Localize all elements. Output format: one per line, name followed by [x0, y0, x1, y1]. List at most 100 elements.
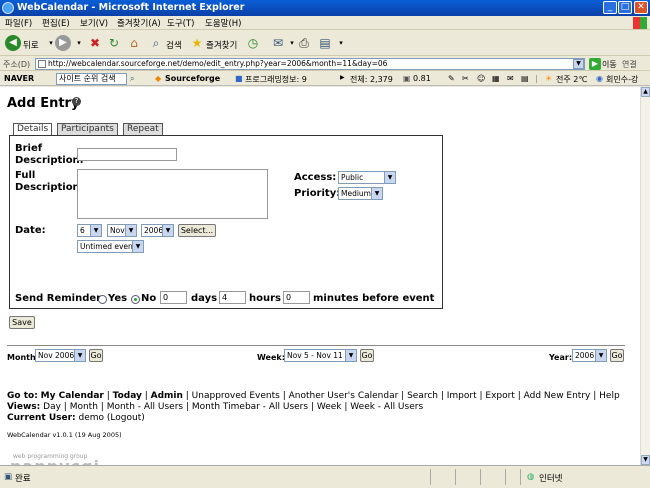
- chevron-down-icon: ▼: [371, 188, 382, 199]
- mail-small-icon[interactable]: ✉: [507, 74, 514, 83]
- goto-search[interactable]: Search: [407, 391, 438, 401]
- edit-page-icon[interactable]: ▤: [317, 35, 333, 51]
- maximize-button[interactable]: □: [618, 1, 632, 14]
- week-go-button[interactable]: Go: [360, 349, 374, 362]
- search-icon[interactable]: ⌕: [148, 35, 164, 51]
- save-button[interactable]: Save: [9, 316, 35, 329]
- menu-view[interactable]: 보기(V): [80, 17, 108, 29]
- history-icon[interactable]: ◷: [245, 35, 261, 51]
- people-icon[interactable]: ☺: [477, 74, 485, 83]
- naver-search-input[interactable]: 사이트 순위 검색: [56, 73, 127, 85]
- programming-info[interactable]: 프로그래밍정보: 9: [245, 74, 307, 85]
- weather-text[interactable]: 전주 2℃: [556, 74, 587, 85]
- favorites-label[interactable]: 즐겨찾기: [206, 39, 237, 51]
- address-dropdown-icon[interactable]: ▼: [573, 59, 584, 69]
- goto-unapproved-events[interactable]: Unapproved Events: [192, 391, 280, 401]
- pen-icon[interactable]: ✎: [448, 74, 455, 83]
- reminder-no-radio[interactable]: [131, 295, 140, 304]
- weather-sun-icon: ☀: [545, 74, 553, 83]
- naver-brand[interactable]: NAVER: [4, 74, 34, 83]
- favorites-star-icon[interactable]: ★: [189, 35, 205, 51]
- reminder-no-label[interactable]: No: [141, 293, 156, 304]
- access-label: Access:: [294, 172, 337, 183]
- goto-help[interactable]: Help: [599, 391, 620, 401]
- edit-dropdown-icon[interactable]: ▾: [333, 35, 349, 51]
- menu-file[interactable]: 파일(F): [5, 17, 32, 29]
- goto-another-users-calendar[interactable]: Another User's Calendar: [289, 391, 399, 401]
- refresh-icon[interactable]: ↻: [106, 35, 122, 51]
- page-title: Add Entry: [7, 96, 80, 111]
- forward-dropdown-icon[interactable]: ▾: [71, 35, 87, 51]
- goto-import[interactable]: Import: [447, 391, 477, 401]
- goto-today[interactable]: Today: [113, 391, 142, 401]
- sourceforge-link[interactable]: Sourceforge: [165, 74, 220, 83]
- close-button[interactable]: ✕: [634, 1, 648, 14]
- access-select[interactable]: Public ▼: [338, 171, 396, 184]
- forward-arrow-icon[interactable]: ▶: [55, 35, 71, 51]
- menu-tools[interactable]: 도구(T): [167, 17, 194, 29]
- reminder-yes-radio[interactable]: [98, 295, 107, 304]
- month-select[interactable]: Nov ▼: [107, 224, 137, 237]
- menu-edit[interactable]: 편집(E): [42, 17, 70, 29]
- search-label[interactable]: 검색: [166, 39, 182, 51]
- stop-icon[interactable]: ✖: [87, 35, 103, 51]
- tab-participants[interactable]: Participants: [57, 123, 118, 135]
- view-month-all-users[interactable]: Month - All Users: [107, 402, 183, 412]
- date-select-button[interactable]: Select...: [178, 224, 216, 237]
- menu-favorites[interactable]: 즐겨찾기(A): [117, 17, 161, 29]
- tool-icon[interactable]: ✂: [462, 74, 469, 83]
- go-button[interactable]: 이동: [602, 59, 617, 70]
- exchange-text[interactable]: 회민수-강: [606, 74, 638, 85]
- view-month[interactable]: Month: [70, 402, 98, 412]
- day-select[interactable]: 6 ▼: [77, 224, 102, 237]
- send-reminder-label: Send Reminder:: [15, 293, 106, 304]
- scroll-down-icon[interactable]: ▼: [641, 455, 650, 465]
- menu-help[interactable]: 도움말(H): [205, 17, 241, 29]
- back-arrow-icon[interactable]: ◀: [5, 35, 21, 51]
- year-go-button[interactable]: Go: [610, 349, 624, 362]
- full-description-textarea[interactable]: [77, 169, 268, 219]
- goto-add-new-entry[interactable]: Add New Entry: [524, 391, 591, 401]
- minimize-button[interactable]: _: [603, 1, 617, 14]
- go-arrow-icon[interactable]: ▶: [589, 58, 601, 70]
- week-nav-select[interactable]: Nov 5 - Nov 11 ▼: [284, 349, 357, 362]
- scroll-up-icon[interactable]: ▲: [641, 87, 650, 97]
- month-nav-select[interactable]: Nov 2006 ▼: [35, 349, 86, 362]
- reminder-days-input[interactable]: 0: [160, 291, 187, 304]
- priority-select[interactable]: Medium ▼: [338, 187, 383, 200]
- chart-icon[interactable]: ▦: [492, 74, 500, 83]
- home-icon[interactable]: ⌂: [126, 35, 142, 51]
- reminder-hours-input[interactable]: 4: [219, 291, 246, 304]
- help-icon[interactable]: ?: [72, 97, 81, 106]
- time-type-select[interactable]: Untimed event ▼: [77, 240, 144, 253]
- view-week-all-users[interactable]: Week - All Users: [350, 402, 423, 412]
- reminder-yes-label[interactable]: Yes: [108, 293, 127, 304]
- calendar-icon[interactable]: ▤: [521, 74, 529, 83]
- view-day[interactable]: Day: [43, 402, 61, 412]
- year-value: 2006: [144, 226, 164, 235]
- current-user-value[interactable]: demo (Logout): [79, 413, 145, 423]
- brief-description-input[interactable]: [77, 148, 177, 161]
- ratio-icon: ▣: [403, 74, 411, 83]
- windows-flag-icon: [633, 17, 647, 29]
- goto-my-calendar[interactable]: My Calendar: [41, 391, 104, 401]
- goto-export[interactable]: Export: [485, 391, 514, 401]
- month-go-button[interactable]: Go: [89, 349, 103, 362]
- year-nav-select[interactable]: 2006 ▼: [572, 349, 607, 362]
- vertical-scrollbar[interactable]: ▲ ▼: [640, 87, 650, 465]
- year-nav-label: Year:: [549, 353, 573, 362]
- address-input[interactable]: http://webcalendar.sourceforge.net/demo/…: [35, 58, 585, 70]
- print-icon[interactable]: ⎙: [296, 35, 312, 51]
- tab-repeat[interactable]: Repeat: [123, 123, 163, 135]
- links-label[interactable]: 연결: [622, 59, 637, 70]
- goto-admin[interactable]: Admin: [151, 391, 183, 401]
- back-label[interactable]: 뒤로: [23, 39, 39, 51]
- view-week[interactable]: Week: [317, 402, 342, 412]
- view-month-timebar-all-users[interactable]: Month Timebar - All Users: [192, 402, 308, 412]
- hours-label: hours: [249, 293, 281, 304]
- reminder-minutes-input[interactable]: 0: [283, 291, 310, 304]
- year-select[interactable]: 2006 ▼: [141, 224, 174, 237]
- tab-details[interactable]: Details: [13, 123, 53, 135]
- naver-search-icon[interactable]: ⌕: [130, 74, 134, 84]
- page-content: Add Entry ? Details Participants Repeat …: [0, 87, 640, 465]
